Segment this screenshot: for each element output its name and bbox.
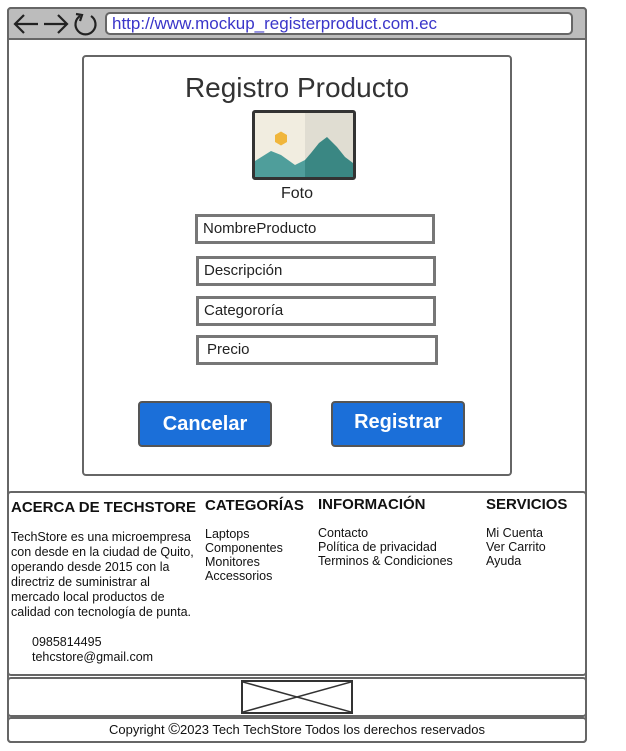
image-placeholder-icon: [242, 681, 352, 713]
product-name-input[interactable]: NombreProducto: [195, 214, 435, 244]
categories-heading: CATEGORÍAS: [205, 497, 304, 514]
about-line: operando desde 2015 con la: [11, 560, 170, 574]
price-input[interactable]: Precio: [196, 335, 438, 365]
copyright-icon: ©: [168, 721, 181, 738]
photo-label: Foto: [280, 185, 313, 202]
browser-toolbar: http://www.mockup_registerproduct.com.ec: [7, 7, 587, 40]
services-heading: SERVICIOS: [486, 496, 568, 513]
category-input[interactable]: Categororía: [196, 296, 436, 326]
about-line: con desde en la ciudad de Quito,: [11, 545, 194, 559]
forward-arrow-icon[interactable]: [41, 11, 71, 37]
information-heading: INFORMACIÓN: [318, 496, 426, 513]
services-list: Mi Cuenta Ver Carrito Ayuda: [486, 526, 546, 568]
image-placeholder-icon: [255, 113, 353, 177]
copyright-bar: Copyright ©2023 Tech TechStore Todos los…: [7, 717, 587, 743]
back-arrow-icon[interactable]: [11, 11, 41, 37]
service-link-cart[interactable]: Ver Carrito: [486, 540, 546, 554]
service-link-account[interactable]: Mi Cuenta: [486, 526, 546, 540]
service-link-help[interactable]: Ayuda: [486, 554, 546, 568]
copyright-text: Copyright ©2023 Tech TechStore Todos los…: [108, 721, 486, 738]
address-bar[interactable]: http://www.mockup_registerproduct.com.ec: [105, 12, 573, 35]
information-list: Contacto Política de privacidad Terminos…: [318, 526, 453, 568]
cancel-button[interactable]: Cancelar: [138, 401, 272, 447]
category-link-accessories[interactable]: Accessorios: [205, 569, 283, 583]
category-link-monitors[interactable]: Monitores: [205, 555, 283, 569]
categories-list: Laptops Componentes Monitores Accessorio…: [205, 527, 283, 583]
description-input[interactable]: Descripción: [196, 256, 436, 286]
info-link-terms[interactable]: Terminos & Condiciones: [318, 554, 453, 568]
product-photo-placeholder[interactable]: [252, 110, 356, 180]
category-link-laptops[interactable]: Laptops: [205, 527, 283, 541]
category-link-components[interactable]: Componentes: [205, 541, 283, 555]
about-line: TechStore es una microempresa: [11, 530, 191, 544]
contact-phone: 0985814495: [32, 635, 102, 649]
banner-image-placeholder: [241, 680, 353, 714]
register-button[interactable]: Registrar: [331, 401, 465, 447]
contact-email[interactable]: tehcstore@gmail.com: [32, 650, 153, 665]
info-link-privacy[interactable]: Política de privacidad: [318, 540, 453, 554]
about-line: calidad con tecnología de punta.: [11, 605, 191, 619]
copyright-body: 2023 Tech TechStore Todos los derechos r…: [180, 722, 486, 737]
page-title: Registro Producto: [184, 72, 410, 103]
refresh-icon[interactable]: [71, 11, 101, 37]
about-line: mercado local productos de: [11, 590, 165, 604]
about-heading: ACERCA DE TECHSTORE: [11, 499, 197, 516]
about-line: directriz de suministrar al: [11, 575, 150, 589]
register-product-form: Registro Producto Foto NombreProducto De…: [82, 55, 512, 476]
info-link-contact[interactable]: Contacto: [318, 526, 453, 540]
about-text: TechStore es una microempresa con desde …: [11, 530, 201, 620]
